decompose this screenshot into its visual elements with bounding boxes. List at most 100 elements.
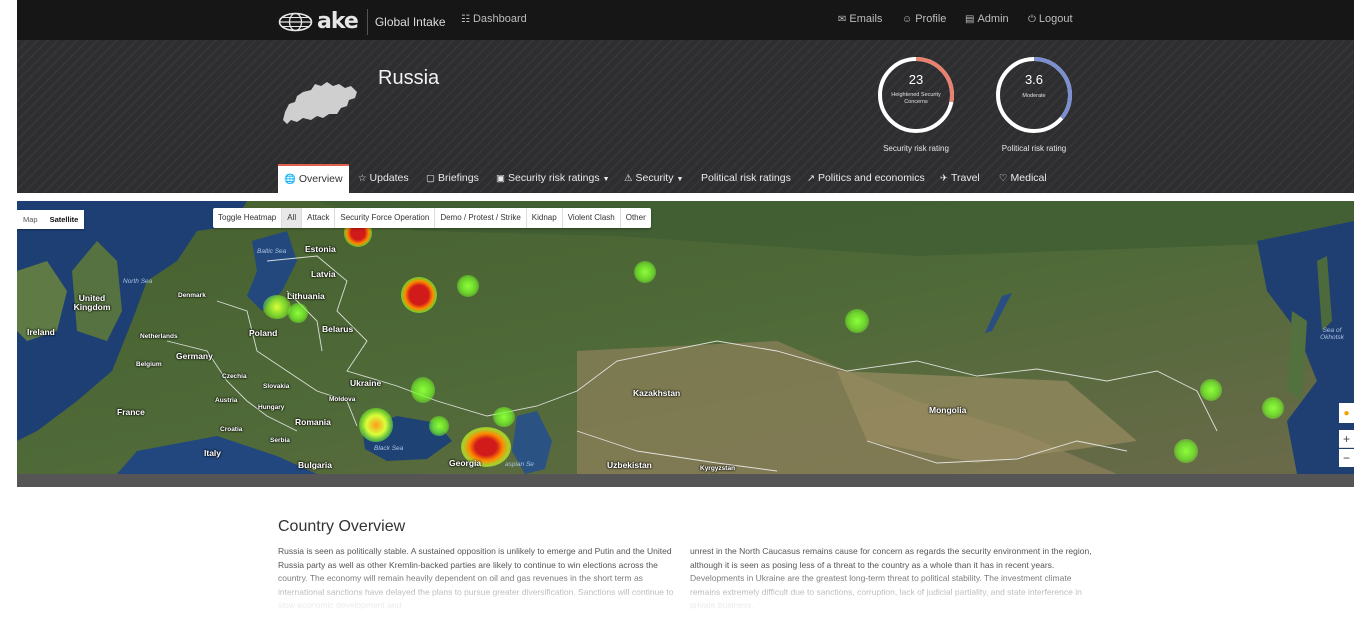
tab-overview[interactable]: 🌐 Overview: [278, 164, 349, 193]
tab-political-risk-ratings[interactable]: Political risk ratings: [695, 164, 797, 193]
country-overview-title: Country Overview: [278, 518, 406, 535]
heatmap-spot: [493, 407, 515, 427]
tab-updates-label: Updates: [369, 172, 409, 184]
street-view-pegman-icon[interactable]: ●: [1339, 403, 1354, 423]
map-label-france: France: [117, 407, 145, 417]
map-label-united-kingdom: United Kingdom: [73, 293, 111, 312]
security-rating-caption: Security risk rating: [883, 144, 949, 153]
map-label-austria: Austria: [215, 397, 238, 404]
heatmap-spot: [1262, 397, 1284, 419]
filter-kidnap-button[interactable]: Kidnap: [527, 208, 563, 228]
dashboard-icon: ☷: [461, 13, 470, 25]
left-margin: [0, 0, 17, 622]
tab-medical-label: Medical: [1010, 172, 1047, 184]
map-label-kyrgyzstan: Kyrgyzstan: [700, 465, 736, 472]
map-label-netherlands: Netherlands: [140, 333, 178, 340]
incident-map[interactable]: Estonia Latvia Lithuania United Kingdom …: [17, 201, 1354, 474]
satellite-terrain: [17, 201, 1354, 474]
product-name: Global Intake: [374, 15, 446, 29]
tab-security[interactable]: ⚠ Security ▼: [618, 164, 689, 193]
brand-divider: [366, 9, 368, 35]
map-type-control: Map Satellite: [17, 210, 85, 229]
tab-political-risk-ratings-label: Political risk ratings: [701, 172, 791, 184]
country-title: Russia: [378, 67, 440, 89]
map-label-uzbekistan: Uzbekistan: [607, 460, 652, 470]
tab-security-label: Security: [635, 172, 674, 184]
tab-medical[interactable]: ♡ Medical: [993, 164, 1053, 193]
political-rating-descriptor: Moderate: [1022, 93, 1046, 99]
filter-security-force-operation-button[interactable]: Security Force Operation: [335, 208, 436, 228]
security-rating-widget[interactable]: 23 Heightened Security Concerns Security…: [856, 56, 976, 153]
heatmap-spot: [634, 261, 656, 283]
map-label-ukraine: Ukraine: [350, 378, 382, 388]
image-icon: ▣: [496, 173, 505, 184]
nav-dashboard[interactable]: ☷ Dashboard: [461, 13, 527, 25]
security-rating-value: 23: [908, 72, 924, 87]
map-footer-bar: [17, 474, 1354, 487]
zoom-in-button[interactable]: +: [1339, 430, 1354, 448]
tab-politics-and-economics[interactable]: ↗ Politics and economics: [801, 164, 931, 193]
globe-icon: 🌐: [284, 174, 296, 185]
map-label-mongolia: Mongolia: [929, 405, 967, 415]
tab-travel-label: Travel: [950, 172, 980, 184]
map-label-germany: Germany: [176, 351, 213, 361]
tab-security-risk-ratings[interactable]: ▣ Security risk ratings ▼: [490, 164, 616, 193]
tab-underline-strip: [17, 193, 1354, 201]
heatmap-spot: [845, 309, 869, 333]
map-label-czechia: Czechia: [222, 373, 247, 380]
nav-logout-label: Logout: [1038, 13, 1073, 25]
warning-icon: ⚠: [624, 173, 633, 184]
star-icon: ☆: [358, 173, 367, 184]
filter-other-button[interactable]: Other: [621, 208, 651, 228]
nav-emails[interactable]: ✉ Emails: [838, 13, 882, 25]
heatmap-spot: [1174, 439, 1198, 463]
caret-down-icon: ▼: [676, 176, 684, 183]
overview-fade-overlay: [0, 570, 1354, 622]
filter-attack-button[interactable]: Attack: [302, 208, 336, 228]
map-label-belgium: Belgium: [136, 361, 162, 368]
nav-profile[interactable]: ☺ Profile: [902, 13, 946, 25]
map-type-map-button[interactable]: Map: [17, 210, 44, 229]
map-label-denmark: Denmark: [178, 292, 206, 299]
map-label-georgia: Georgia: [449, 458, 482, 468]
map-type-satellite-button[interactable]: Satellite: [44, 210, 85, 229]
trend-icon: ↗: [807, 173, 815, 184]
filter-demo-protest-strike-button[interactable]: Demo / Protest / Strike: [435, 208, 527, 228]
tab-overview-label: Overview: [298, 173, 343, 185]
heart-icon: ♡: [999, 173, 1008, 184]
incident-filter-bar: Toggle Heatmap All Attack Security Force…: [213, 208, 651, 228]
top-navbar: ake Global Intake ☷ Dashboard ✉ Emails ☺…: [17, 0, 1354, 40]
map-label-baltic-sea: Baltic Sea: [257, 248, 287, 255]
map-label-croatia: Croatia: [220, 426, 243, 433]
political-rating-caption: Political risk rating: [1001, 144, 1067, 153]
russia-silhouette-icon: [283, 82, 357, 124]
country-tabs: 🌐 Overview ☆ Updates ▢ Briefings ▣ Security …: [17, 164, 1354, 193]
tab-briefings[interactable]: ▢ Briefings: [420, 164, 485, 193]
nav-logout[interactable]: ⏻ Logout: [1028, 13, 1073, 25]
book-icon: ▤: [965, 13, 975, 25]
zoom-out-button[interactable]: −: [1339, 449, 1354, 467]
heatmap-spot: [457, 275, 479, 297]
map-label-black-sea: Black Sea: [374, 445, 404, 452]
political-rating-widget[interactable]: 3.6 Moderate Political risk rating: [974, 56, 1094, 153]
filter-all-button[interactable]: All: [282, 208, 303, 228]
tab-politics-and-economics-label: Politics and economics: [817, 172, 925, 184]
map-label-poland: Poland: [249, 328, 278, 338]
map-label-serbia: Serbia: [270, 437, 290, 444]
tab-travel[interactable]: ✈ Travel: [934, 164, 986, 193]
tab-updates[interactable]: ☆ Updates: [352, 164, 415, 193]
map-label-hungary: Hungary: [258, 404, 285, 411]
map-label-moldova: Moldova: [329, 396, 356, 403]
nav-emails-label: Emails: [849, 13, 883, 25]
nav-admin[interactable]: ▤ Admin: [965, 13, 1009, 25]
brand[interactable]: ake Global Intake: [278, 9, 446, 35]
filter-violent-clash-button[interactable]: Violent Clash: [563, 208, 621, 228]
nav-dashboard-label: Dashboard: [472, 13, 527, 25]
map-label-estonia: Estonia: [305, 244, 336, 254]
nav-profile-label: Profile: [915, 13, 947, 25]
map-label-kazakhstan: Kazakhstan: [633, 388, 681, 398]
map-label-ireland: Ireland: [27, 327, 55, 337]
map-label-sea-of-okhotsk: Sea of Okhotsk: [1320, 327, 1344, 341]
toggle-heatmap-button[interactable]: Toggle Heatmap: [213, 208, 283, 228]
map-label-slovakia: Slovakia: [263, 383, 290, 390]
